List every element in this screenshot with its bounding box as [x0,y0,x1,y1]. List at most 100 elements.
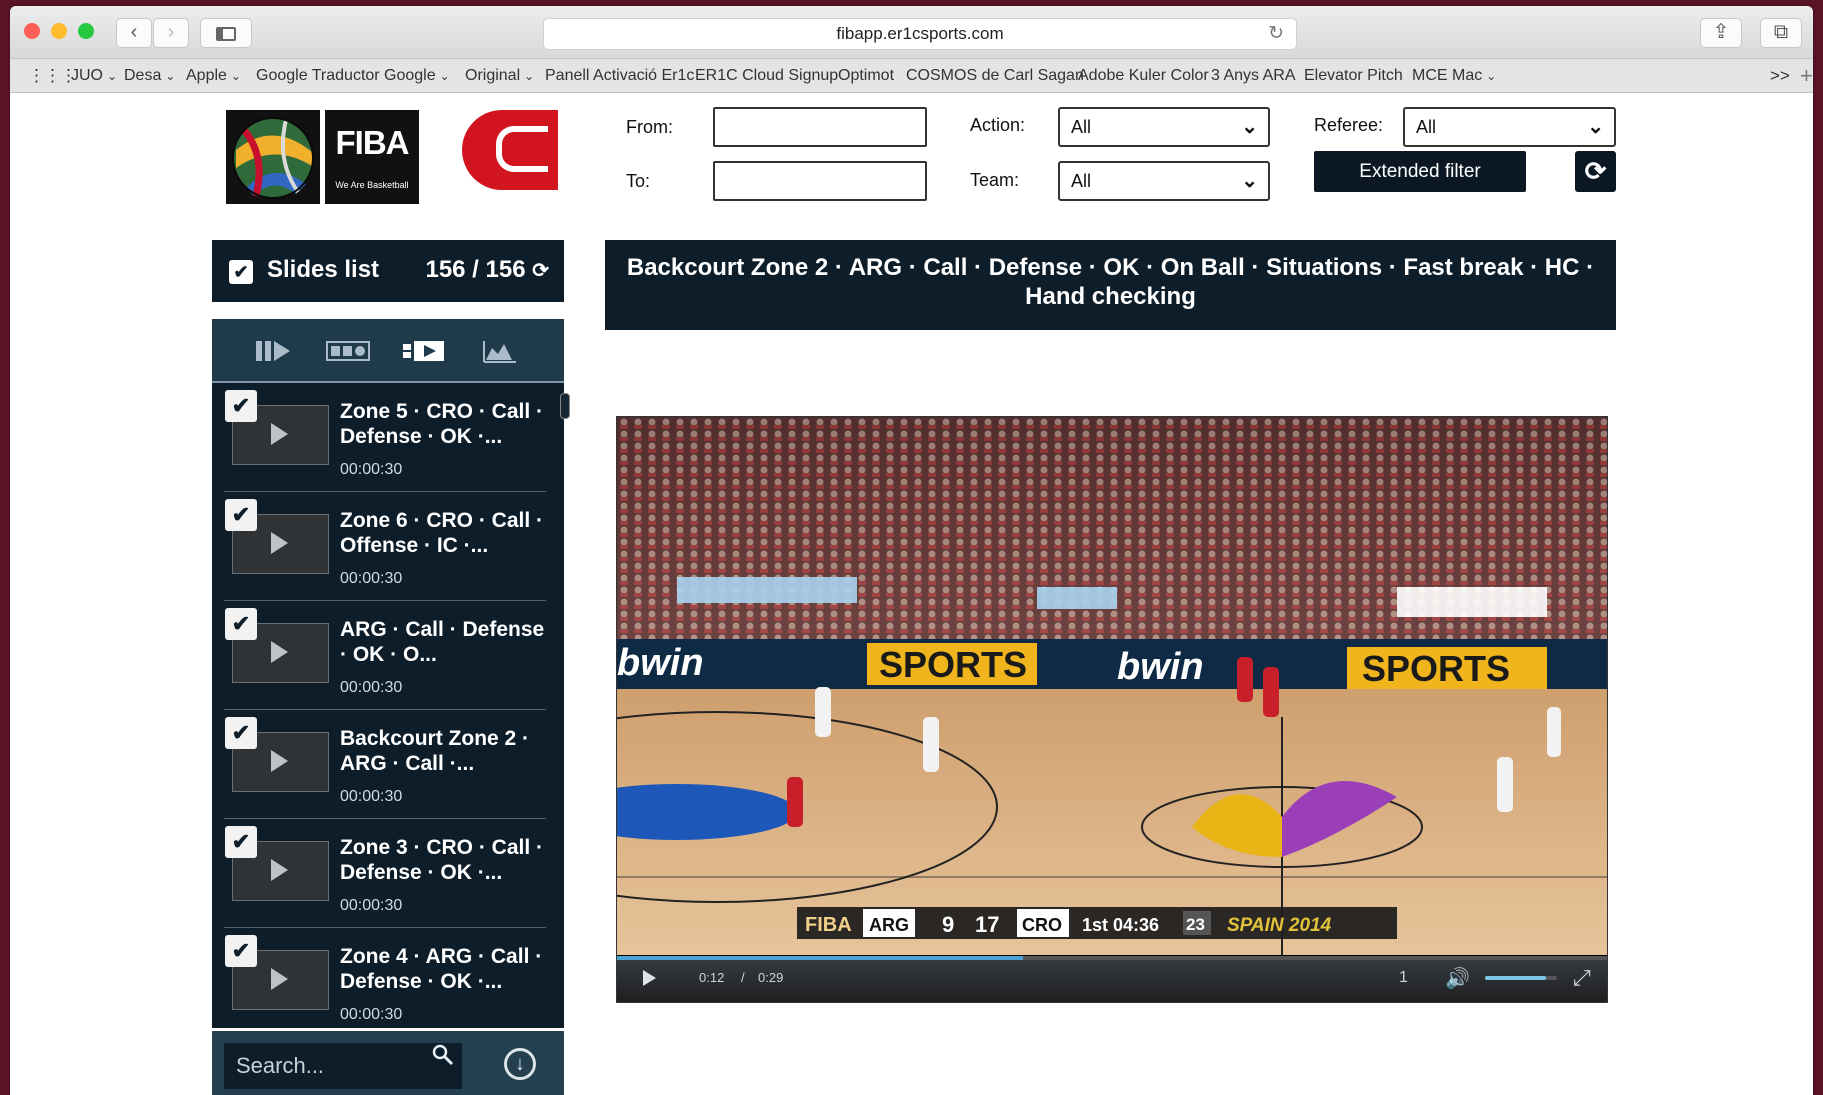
forward-button[interactable]: › [153,18,189,48]
clip-duration: 00:00:30 [340,461,403,478]
refresh-button[interactable]: ⟳ [1575,151,1616,192]
stats-view-icon[interactable] [478,338,522,364]
zoom-window-button[interactable] [78,23,94,39]
video-frame-image: bwin SPORTS bwin SPORTS FIBA ARG 9 17 CR… [617,417,1607,955]
bookmark-item[interactable]: Google Traductor [256,59,380,92]
item-checkbox[interactable]: ✔ [225,717,257,749]
sidebar-toggle-button[interactable] [200,18,252,48]
tabs-overview-button[interactable]: ⧉ [1760,18,1802,48]
from-date-input[interactable] [713,107,927,147]
list-item[interactable]: ✔ Zone 3 · CRO · Call · Defense · OK ·...… [224,819,546,928]
list-item[interactable]: ✔ ARG · Call · Defense · OK · O... 00:00:3… [224,601,546,710]
chevron-down-icon: ⌄ [1486,69,1497,83]
clip-label: Zone 3 · CRO · Call · Defense · OK ·... [340,836,544,884]
bookmark-item[interactable]: Optimot [838,59,894,92]
play-icon [271,968,288,990]
clip-duration: 00:00:30 [340,897,403,914]
bookmark-item[interactable]: Elevator Pitch [1304,59,1403,92]
chevron-down-icon: ⌄ [524,69,535,83]
view-toolbar [212,319,564,383]
from-label: From: [626,117,673,137]
apps-grid-icon[interactable]: ⋮⋮⋮ [28,59,77,92]
arena-ad-1: bwin [617,642,704,684]
item-checkbox[interactable]: ✔ [225,935,257,967]
team-select[interactable]: All ⌄ [1058,161,1270,201]
search-icon[interactable] [432,1044,454,1072]
scoreboard-team2: CRO [1022,915,1062,935]
chevron-down-icon: ⌄ [1241,170,1258,192]
chevron-down-icon: ⌄ [107,69,118,83]
slides-count: 156 / 156 ⟳ [425,256,549,284]
filmstrip-view-icon[interactable] [326,338,370,364]
slides-view-icon[interactable] [252,338,296,364]
item-checkbox[interactable]: ✔ [225,390,257,422]
volume-icon[interactable]: 🔊 [1445,966,1470,991]
chevron-down-icon: ⌄ [165,69,176,83]
item-checkbox[interactable]: ✔ [225,499,257,531]
bookmark-label: 3 Anys ARA [1211,67,1296,84]
bookmark-item[interactable]: Apple ⌄ [186,59,241,92]
bookmark-item[interactable]: MCE Mac ⌄ [1412,59,1496,92]
search-input[interactable]: Search... [224,1043,462,1089]
bookmark-item[interactable]: Desa ⌄ [124,59,175,92]
bookmark-item[interactable]: Panell Activació Er1c [545,59,694,92]
bookmark-item[interactable]: ER1C Cloud Signup [695,59,838,92]
bookmark-item[interactable]: JUO ⌄ [71,59,117,92]
bookmark-item[interactable]: Google ⌄ [384,59,450,92]
playback-speed[interactable]: 1 [1399,969,1408,987]
list-item[interactable]: ✔ Backcourt Zone 2 · ARG · Call ·... 00:00… [224,710,546,819]
clip-duration: 00:00:30 [340,679,403,696]
referee-select[interactable]: All ⌄ [1403,107,1616,147]
list-item[interactable]: ✔ Zone 4 · ARG · Call · Defense · OK ·...… [224,928,546,1028]
play-icon [271,859,288,881]
scoreboard-brand: FIBA [805,914,852,936]
slides-list-title: Slides list [267,256,380,283]
volume-slider[interactable] [1485,976,1557,980]
video-view-icon[interactable] [402,338,446,364]
extended-filter-button[interactable]: Extended filter [1314,151,1526,192]
item-checkbox[interactable]: ✔ [225,826,257,858]
play-icon[interactable] [643,970,656,986]
item-checkbox[interactable]: ✔ [225,608,257,640]
add-bookmark-icon[interactable]: + [1800,59,1813,92]
browser-window: ‹ › fibapp.er1csports.com ↻ ⇪ ⧉ ⋮⋮⋮ JUO ⌄… [10,6,1813,1095]
clip-title: Backcourt Zone 2 · ARG · Call · Defense … [605,240,1616,330]
search-bar: Search... ↓ [212,1031,564,1095]
fullscreen-icon[interactable]: ⤢ [1573,965,1591,991]
bookmark-item[interactable]: COSMOS de Carl Sagan [906,59,1084,92]
list-item[interactable]: ✔ Zone 5 · CRO · Call · Defense · OK ·...… [224,383,546,492]
action-select[interactable]: All ⌄ [1058,107,1270,147]
sync-icon[interactable]: ⟳ [532,260,549,282]
scoreboard-score2: 17 [975,912,999,937]
list-item[interactable]: ✔ Zone 6 · CRO · Call · Offense · IC ·...… [224,492,546,601]
bookmark-label: Panell Activació Er1c [545,67,695,84]
time-separator: / [741,970,745,985]
slides-list-scrollbar[interactable] [560,393,570,419]
close-window-button[interactable] [24,23,40,39]
select-all-checkbox[interactable]: ✔ [229,260,253,284]
bookmark-label: Apple [186,67,227,84]
chevron-right-icon: › [167,21,175,43]
slides-list[interactable]: ✔ Zone 5 · CRO · Call · Defense · OK ·...… [212,383,564,1028]
duration-time: 0:29 [758,970,784,985]
share-button[interactable]: ⇪ [1700,18,1742,48]
slides-count-value: 156 / 156 [425,256,526,283]
bookmarks-bar: ⋮⋮⋮ JUO ⌄ Desa ⌄ Apple ⌄ Google Traductor Googl… [10,59,1813,93]
reload-icon[interactable]: ↻ [1268,19,1284,49]
minimize-window-button[interactable] [51,23,67,39]
bookmarks-overflow-button[interactable]: >> [1770,59,1790,92]
back-button[interactable]: ‹ [116,18,152,48]
video-progress-bar[interactable] [617,956,1607,960]
bookmark-item[interactable]: Original ⌄ [465,59,534,92]
slides-list-header: ✔ Slides list 156 / 156 ⟳ [212,240,564,302]
address-bar[interactable]: fibapp.er1csports.com ↻ [543,18,1297,50]
download-icon[interactable]: ↓ [504,1048,536,1080]
video-player[interactable]: bwin SPORTS bwin SPORTS FIBA ARG 9 17 CR… [616,416,1608,1003]
bookmark-item[interactable]: Adobe Kuler Color [1078,59,1209,92]
bookmark-item[interactable]: 3 Anys ARA [1211,59,1296,92]
chevron-down-icon: ⌄ [230,69,241,83]
bookmark-label: MCE Mac [1412,67,1483,84]
clip-duration: 00:00:30 [340,1006,403,1023]
to-date-input[interactable] [713,161,927,201]
clip-duration: 00:00:30 [340,570,403,587]
